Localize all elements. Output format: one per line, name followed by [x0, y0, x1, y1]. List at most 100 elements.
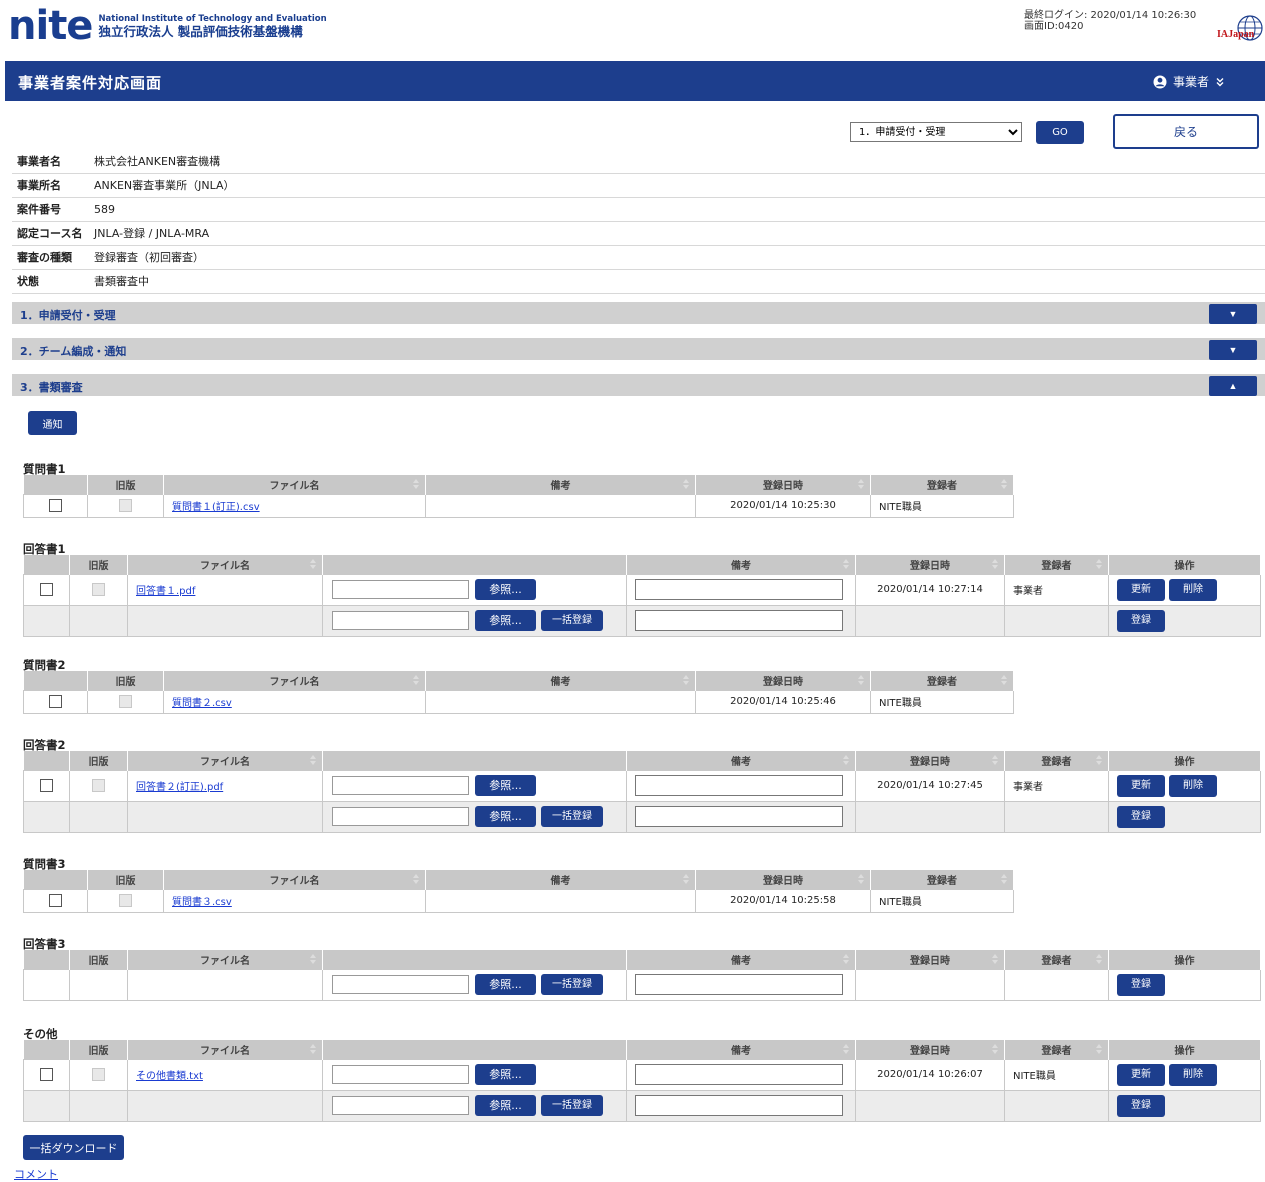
sort-icon[interactable] — [683, 675, 689, 686]
col-date[interactable]: 登録日時 — [855, 751, 1005, 770]
col-date[interactable]: 登録日時 — [695, 870, 871, 889]
file-path-input[interactable] — [332, 1096, 469, 1115]
delete-button[interactable]: 削除 — [1169, 774, 1217, 797]
file-link[interactable]: 回答書１.pdf — [136, 586, 195, 597]
sort-icon[interactable] — [1001, 874, 1007, 885]
file-path-input[interactable] — [332, 611, 469, 630]
col-note[interactable]: 備考 — [425, 870, 696, 889]
browse-button[interactable]: 参照... — [475, 1064, 536, 1085]
go-button[interactable]: GO — [1036, 121, 1084, 144]
browse-button[interactable]: 参照... — [475, 1095, 536, 1116]
col-filename[interactable]: ファイル名 — [163, 475, 426, 494]
col-user[interactable]: 登録者 — [870, 870, 1014, 889]
col-filename[interactable]: ファイル名 — [163, 671, 426, 690]
sort-icon[interactable] — [310, 954, 316, 965]
bulk-register-button[interactable]: 一括登録 — [541, 610, 603, 631]
sort-icon[interactable] — [1001, 675, 1007, 686]
col-date[interactable]: 登録日時 — [855, 950, 1005, 969]
register-button[interactable]: 登録 — [1117, 973, 1165, 996]
col-note[interactable]: 備考 — [626, 751, 856, 770]
browse-button[interactable]: 参照... — [475, 775, 536, 796]
update-button[interactable]: 更新 — [1117, 1063, 1165, 1086]
browse-button[interactable]: 参照... — [475, 579, 536, 600]
note-input[interactable] — [635, 579, 843, 600]
update-button[interactable]: 更新 — [1117, 578, 1165, 601]
section-expand-button[interactable]: ▼ — [1209, 340, 1257, 360]
row-checkbox[interactable] — [40, 583, 53, 596]
section-team-formation[interactable]: 2．チーム編成・通知 ▼ — [12, 338, 1265, 360]
col-user[interactable]: 登録者 — [1004, 950, 1109, 969]
col-note[interactable]: 備考 — [425, 475, 696, 494]
note-input[interactable] — [635, 806, 843, 827]
delete-button[interactable]: 削除 — [1169, 1063, 1217, 1086]
note-input[interactable] — [635, 974, 843, 995]
col-user[interactable]: 登録者 — [1004, 1040, 1109, 1059]
row-checkbox[interactable] — [49, 894, 62, 907]
phase-select[interactable]: 1．申請受付・受理 — [850, 122, 1022, 142]
sort-icon[interactable] — [843, 755, 849, 766]
col-filename[interactable]: ファイル名 — [127, 555, 323, 574]
sort-icon[interactable] — [1001, 479, 1007, 490]
sort-icon[interactable] — [310, 559, 316, 570]
sort-icon[interactable] — [310, 755, 316, 766]
sort-icon[interactable] — [992, 755, 998, 766]
col-user[interactable]: 登録者 — [1004, 751, 1109, 770]
col-filename[interactable]: ファイル名 — [127, 751, 323, 770]
col-user[interactable]: 登録者 — [1004, 555, 1109, 574]
sort-icon[interactable] — [310, 1044, 316, 1055]
file-path-input[interactable] — [332, 1065, 469, 1084]
row-checkbox[interactable] — [49, 695, 62, 708]
sort-icon[interactable] — [843, 1044, 849, 1055]
note-input[interactable] — [635, 1064, 843, 1085]
col-user[interactable]: 登録者 — [870, 671, 1014, 690]
bulk-register-button[interactable]: 一括登録 — [541, 974, 603, 995]
file-link[interactable]: その他書類.txt — [136, 1071, 203, 1082]
sort-icon[interactable] — [683, 874, 689, 885]
back-button[interactable]: 戻る — [1113, 114, 1259, 149]
browse-button[interactable]: 参照... — [475, 806, 536, 827]
row-checkbox[interactable] — [49, 499, 62, 512]
bulk-download-button[interactable]: 一括ダウンロード — [23, 1135, 124, 1160]
notify-button[interactable]: 通知 — [28, 411, 77, 435]
col-date[interactable]: 登録日時 — [695, 475, 871, 494]
register-button[interactable]: 登録 — [1117, 609, 1165, 632]
section-document-review[interactable]: 3．書類審査 ▲ — [12, 374, 1265, 396]
sort-icon[interactable] — [992, 1044, 998, 1055]
register-button[interactable]: 登録 — [1117, 1094, 1165, 1117]
col-date[interactable]: 登録日時 — [855, 1040, 1005, 1059]
col-note[interactable]: 備考 — [626, 1040, 856, 1059]
file-link[interactable]: 質問書２.csv — [172, 698, 232, 709]
file-link[interactable]: 回答書２(訂正).pdf — [136, 782, 223, 793]
sort-icon[interactable] — [1096, 559, 1102, 570]
sort-icon[interactable] — [843, 559, 849, 570]
file-path-input[interactable] — [332, 776, 469, 795]
col-filename[interactable]: ファイル名 — [127, 950, 323, 969]
browse-button[interactable]: 参照... — [475, 610, 536, 631]
sort-icon[interactable] — [843, 954, 849, 965]
section-expand-button[interactable]: ▼ — [1209, 304, 1257, 324]
col-date[interactable]: 登録日時 — [695, 671, 871, 690]
note-input[interactable] — [635, 1095, 843, 1116]
sort-icon[interactable] — [683, 479, 689, 490]
sort-icon[interactable] — [1096, 755, 1102, 766]
file-link[interactable]: 質問書３.csv — [172, 897, 232, 908]
file-path-input[interactable] — [332, 807, 469, 826]
bulk-register-button[interactable]: 一括登録 — [541, 1095, 603, 1116]
bulk-register-button[interactable]: 一括登録 — [541, 806, 603, 827]
col-note[interactable]: 備考 — [425, 671, 696, 690]
file-link[interactable]: 質問書１(訂正).csv — [172, 502, 260, 513]
sort-icon[interactable] — [992, 954, 998, 965]
section-application-receipt[interactable]: 1．申請受付・受理 ▼ — [12, 302, 1265, 324]
file-path-input[interactable] — [332, 975, 469, 994]
note-input[interactable] — [635, 775, 843, 796]
file-path-input[interactable] — [332, 580, 469, 599]
sort-icon[interactable] — [992, 559, 998, 570]
sort-icon[interactable] — [413, 479, 419, 490]
register-button[interactable]: 登録 — [1117, 805, 1165, 828]
col-filename[interactable]: ファイル名 — [127, 1040, 323, 1059]
browse-button[interactable]: 参照... — [475, 974, 536, 995]
sort-icon[interactable] — [1096, 954, 1102, 965]
row-checkbox[interactable] — [40, 1068, 53, 1081]
sort-icon[interactable] — [413, 874, 419, 885]
update-button[interactable]: 更新 — [1117, 774, 1165, 797]
